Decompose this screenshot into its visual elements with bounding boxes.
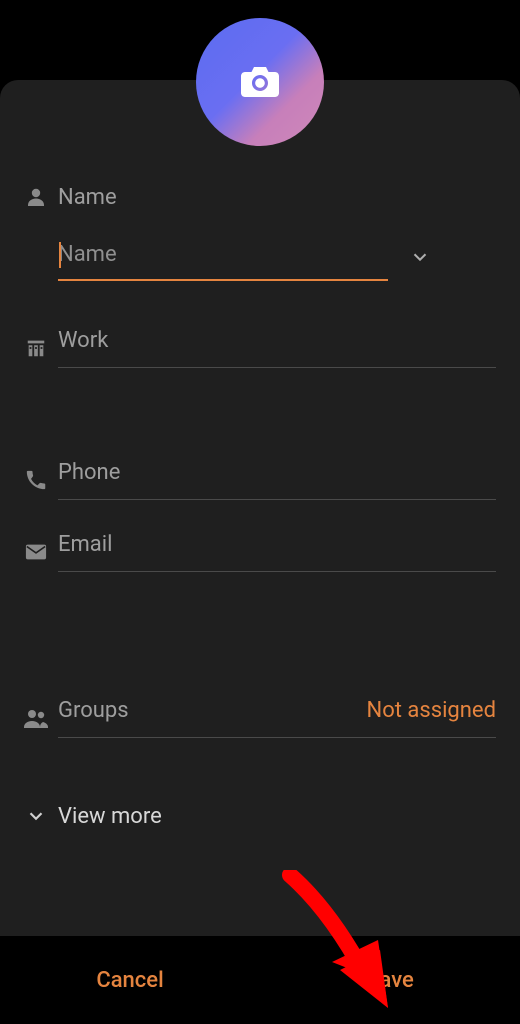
save-button[interactable]: Save	[260, 936, 520, 1024]
view-more-label: View more	[58, 804, 500, 829]
chevron-down-icon	[409, 246, 431, 268]
work-field[interactable]: Work	[0, 321, 520, 375]
phone-field[interactable]: Phone	[0, 453, 520, 507]
phone-icon	[25, 469, 47, 491]
groups-icon	[23, 708, 49, 728]
cancel-button[interactable]: Cancel	[0, 936, 260, 1024]
contact-photo-button[interactable]	[196, 18, 324, 146]
bottom-action-bar: Cancel Save	[0, 936, 520, 1024]
person-icon	[24, 185, 48, 209]
groups-field[interactable]: Groups Not assigned	[0, 691, 520, 745]
name-label: Name	[58, 185, 500, 210]
email-label: Email	[58, 532, 496, 572]
name-input[interactable]: Name	[58, 232, 388, 281]
work-label: Work	[58, 328, 496, 368]
groups-label: Groups	[58, 698, 129, 723]
camera-icon	[239, 63, 281, 101]
save-label: Save	[366, 968, 414, 993]
email-icon	[25, 543, 47, 561]
view-more-button[interactable]: View more	[0, 789, 520, 843]
phone-label: Phone	[58, 460, 496, 500]
email-field[interactable]: Email	[0, 525, 520, 579]
name-placeholder: Name	[58, 232, 388, 279]
cancel-label: Cancel	[96, 968, 163, 993]
expand-name-fields-button[interactable]	[396, 246, 444, 268]
chevron-down-icon	[25, 805, 47, 827]
building-icon	[25, 337, 47, 359]
groups-value: Not assigned	[367, 698, 497, 723]
name-section-header: Name	[0, 170, 520, 224]
contact-form-panel: Name Name Work	[0, 80, 520, 936]
